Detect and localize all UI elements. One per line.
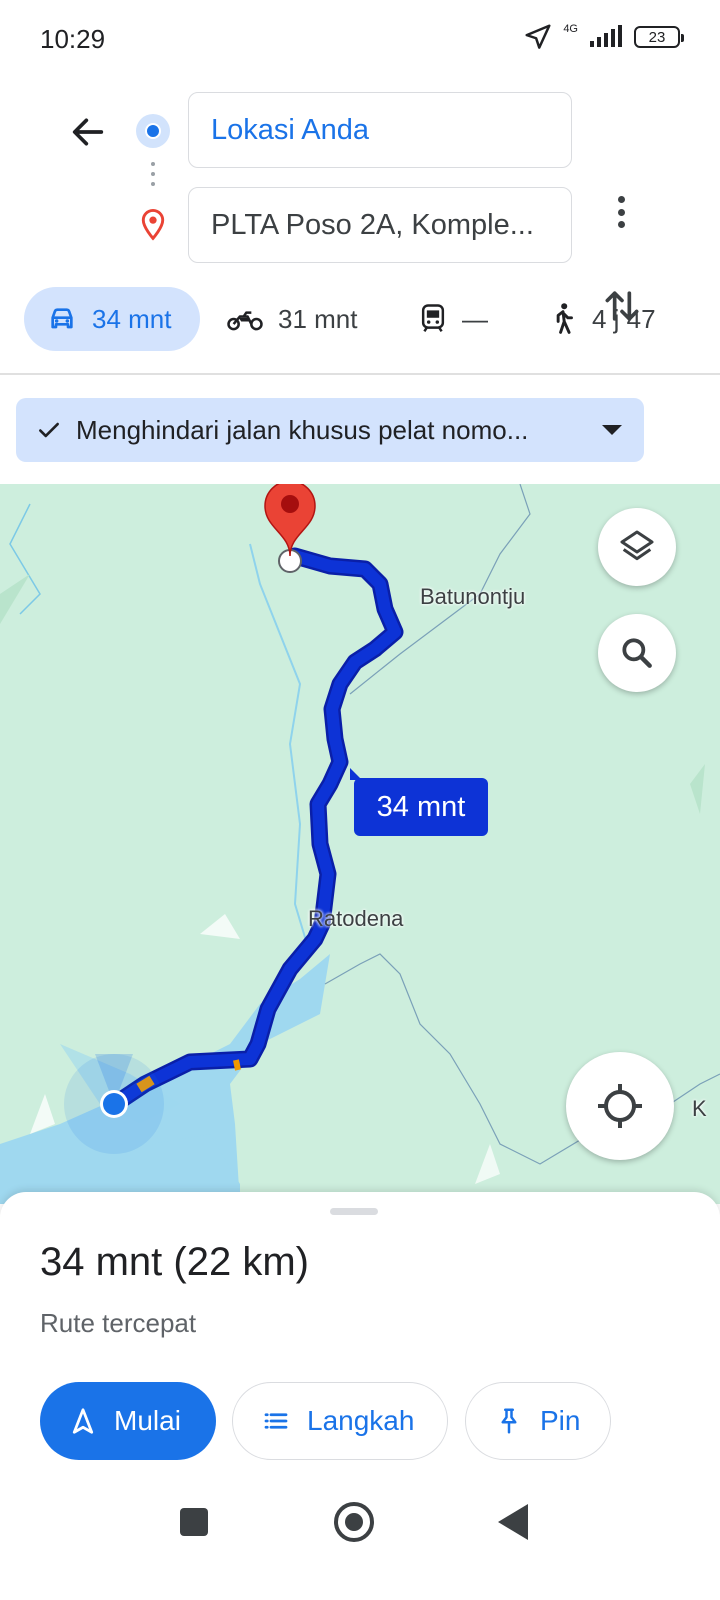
- arrow-back-icon: [72, 118, 104, 146]
- back-button[interactable]: [66, 110, 110, 154]
- signal-icon: [590, 25, 622, 47]
- pin-button[interactable]: Pin: [465, 1382, 611, 1460]
- mode-driving-tab[interactable]: 34 mnt: [24, 287, 200, 351]
- sheet-drag-handle[interactable]: [330, 1208, 378, 1215]
- dropdown-caret-icon: [602, 425, 622, 435]
- map-layers-button[interactable]: [598, 508, 676, 586]
- transit-icon: [421, 304, 445, 332]
- place-label-ratodena: Ratodena: [308, 906, 404, 931]
- place-label-batunontju: Batunontju: [420, 584, 526, 609]
- my-location-button[interactable]: [566, 1052, 674, 1160]
- origin-dot-icon: [136, 114, 170, 148]
- travel-modes: 34 mnt 31 mnt — 4 j 47: [0, 287, 720, 351]
- route-options-label: Menghindari jalan khusus pelat nomo...: [76, 414, 529, 445]
- place-label-edge: K: [692, 1096, 707, 1121]
- start-navigation-button[interactable]: Mulai: [40, 1382, 216, 1460]
- network-type: 4G: [563, 22, 578, 35]
- mode-transit-tab[interactable]: —: [418, 287, 488, 351]
- route-options-chip[interactable]: Menghindari jalan khusus pelat nomo...: [16, 398, 644, 462]
- search-icon: [622, 638, 652, 668]
- car-icon: [51, 308, 73, 329]
- back-triangle-icon[interactable]: [498, 1504, 528, 1540]
- route-eta-callout[interactable]: 34 mnt: [350, 768, 488, 836]
- system-navigation-bar: [0, 1490, 720, 1600]
- list-icon: [264, 1413, 288, 1429]
- mode-motorcycle-tab[interactable]: 31 mnt: [226, 287, 358, 351]
- steps-label: Langkah: [307, 1405, 415, 1436]
- check-icon: [39, 422, 59, 438]
- mode-transit-label: —: [462, 303, 488, 334]
- mode-walking-tab[interactable]: 4 j 47: [548, 287, 656, 351]
- header-divider: [0, 373, 720, 375]
- destination-input[interactable]: PLTA Poso 2A, Komple...: [188, 187, 572, 263]
- destination-pin-icon: [141, 208, 165, 241]
- battery-icon: 23: [634, 26, 684, 48]
- more-options-button[interactable]: [606, 192, 636, 232]
- origin-input[interactable]: Lokasi Anda: [188, 92, 572, 168]
- start-label: Mulai: [114, 1405, 181, 1436]
- home-icon[interactable]: [334, 1502, 374, 1542]
- mode-driving-label: 34 mnt: [92, 303, 172, 334]
- pushpin-icon: [501, 1408, 517, 1434]
- pin-label: Pin: [540, 1405, 581, 1436]
- route-duration-distance: 34 mnt (22 km): [40, 1240, 309, 1284]
- status-time: 10:29: [40, 24, 106, 54]
- map-search-button[interactable]: [598, 614, 676, 692]
- crosshair-icon: [598, 1084, 642, 1128]
- status-bar: 10:29 4G 23: [0, 0, 720, 80]
- motorcycle-icon: [227, 311, 263, 331]
- route-description: Rute tercepat: [40, 1308, 197, 1338]
- layers-icon: [620, 530, 654, 561]
- recent-apps-icon[interactable]: [180, 1508, 208, 1536]
- location-arrow-icon: [525, 24, 551, 49]
- steps-button[interactable]: Langkah: [232, 1382, 448, 1460]
- status-icons: 4G 23: [523, 22, 684, 52]
- map-view[interactable]: Batunontju Ratodena K 34 mnt: [0, 484, 720, 1204]
- battery-level: 23: [648, 28, 666, 46]
- walk-icon: [556, 303, 573, 334]
- navigation-arrow-icon: [72, 1408, 94, 1434]
- route-connector: [151, 162, 155, 192]
- mode-walking-label: 4 j 47: [592, 303, 656, 334]
- mode-motorcycle-label: 31 mnt: [278, 303, 358, 334]
